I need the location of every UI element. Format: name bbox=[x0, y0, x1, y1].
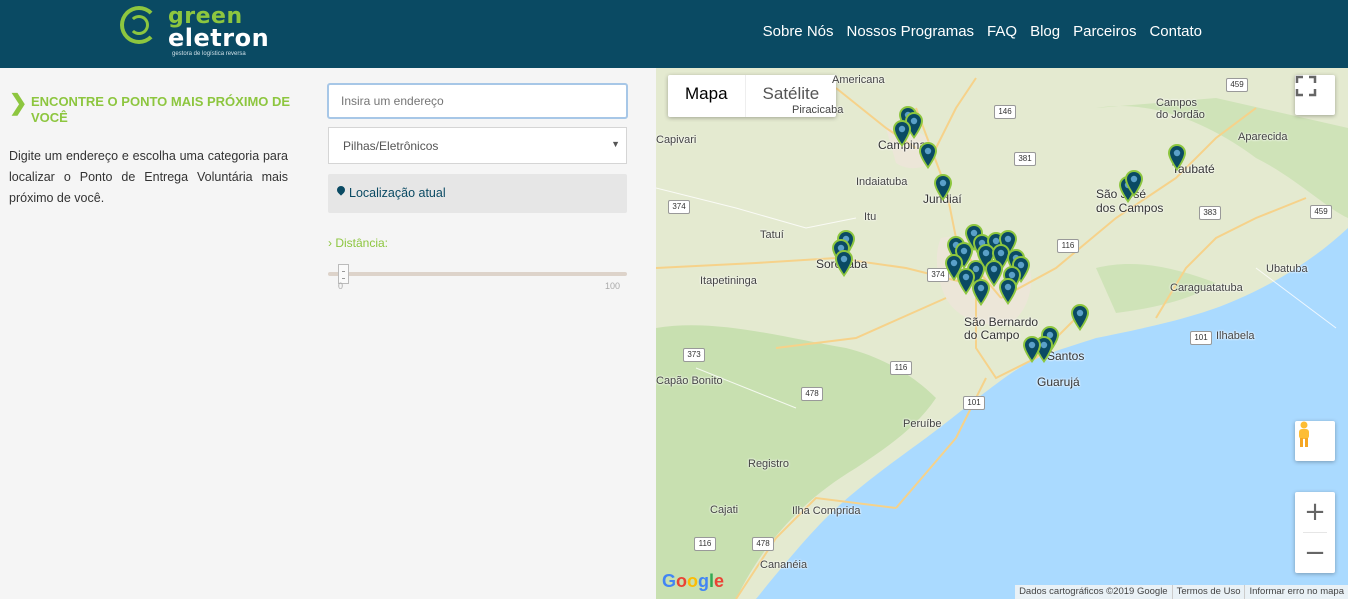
current-location-button[interactable]: Localização atual bbox=[328, 174, 627, 213]
road-badge: 373 bbox=[683, 348, 705, 362]
place-label: Ubatuba bbox=[1266, 263, 1308, 275]
chevron-right-icon: ❯ bbox=[9, 90, 28, 115]
place-label: Aparecida bbox=[1238, 131, 1288, 143]
collection-point-marker[interactable] bbox=[1124, 170, 1144, 198]
road-badge: 116 bbox=[890, 361, 912, 375]
map-canvas[interactable]: Mapa Satélite + − Google Dados cartográf… bbox=[656, 68, 1348, 599]
place-label: Tatuí bbox=[760, 229, 784, 241]
road-badge: 459 bbox=[1226, 78, 1248, 92]
place-label: Capão Bonito bbox=[656, 375, 723, 387]
place-label: Ilha Comprida bbox=[792, 505, 861, 517]
distance-label: › Distância: bbox=[328, 236, 389, 250]
finder-description: Digite um endereço e escolha uma categor… bbox=[9, 149, 288, 205]
road-badge: 116 bbox=[694, 537, 716, 551]
map-pin-icon bbox=[335, 184, 347, 196]
place-label: Americana bbox=[832, 74, 885, 86]
road-badge: 381 bbox=[1014, 152, 1036, 166]
place-label: Campos do Jordão bbox=[1156, 97, 1205, 121]
map-data-credit: Dados cartográficos ©2019 Google bbox=[1019, 586, 1168, 597]
distance-max-label: 100 bbox=[605, 281, 621, 291]
place-label: Piracicaba bbox=[792, 104, 844, 116]
place-label: Ilhabela bbox=[1216, 330, 1255, 342]
category-select[interactable]: Pilhas/Eletrônicos ▼ bbox=[328, 127, 627, 164]
collection-point-marker[interactable] bbox=[1070, 304, 1090, 332]
logo-inner-ring-icon bbox=[129, 15, 149, 35]
place-label: Cajati bbox=[710, 504, 739, 516]
google-logo[interactable]: Google bbox=[662, 571, 724, 592]
place-label: Itu bbox=[864, 211, 877, 223]
place-label: Itapetininga bbox=[700, 275, 757, 287]
pegman-icon bbox=[1299, 421, 1309, 447]
logo-text-eletron: eletron bbox=[168, 24, 270, 52]
address-input[interactable] bbox=[327, 83, 628, 119]
finder-title: ENCONTRE O PONTO MAIS PRÓXIMO DE VOCÊ bbox=[31, 94, 291, 125]
fullscreen-icon bbox=[1295, 75, 1317, 97]
place-label: Cananéia bbox=[760, 559, 808, 571]
main-nav: Sobre Nós Nossos Programas FAQ Blog Parc… bbox=[763, 23, 1202, 40]
map-type-map-button[interactable]: Mapa bbox=[668, 75, 745, 117]
road-badge: 146 bbox=[994, 105, 1016, 119]
category-selected-value: Pilhas/Eletrônicos bbox=[343, 139, 439, 153]
nav-blog[interactable]: Blog bbox=[1030, 23, 1060, 40]
distance-slider-track[interactable] bbox=[328, 272, 627, 276]
logo-tagline: gestora de logística reversa bbox=[172, 51, 246, 57]
collection-point-marker[interactable] bbox=[1167, 144, 1187, 172]
road-badge: 101 bbox=[963, 396, 985, 410]
road-badge: 116 bbox=[1057, 239, 1079, 253]
nav-sobre-nos[interactable]: Sobre Nós bbox=[763, 23, 834, 40]
collection-point-marker[interactable] bbox=[998, 278, 1018, 306]
street-view-button[interactable] bbox=[1295, 421, 1335, 461]
distance-min-label: 0 bbox=[338, 281, 344, 291]
report-error-link[interactable]: Informar erro no mapa bbox=[1244, 585, 1348, 599]
green-eletron-logo[interactable]: green eletron gestora de logística rever… bbox=[118, 4, 278, 60]
place-label: Capivari bbox=[656, 134, 697, 146]
zoom-out-button[interactable]: − bbox=[1295, 533, 1335, 573]
place-label: Guarujá bbox=[1037, 375, 1080, 389]
terms-link[interactable]: Termos de Uso bbox=[1171, 585, 1245, 599]
nav-parceiros[interactable]: Parceiros bbox=[1073, 23, 1136, 40]
nav-nossos-programas[interactable]: Nossos Programas bbox=[847, 23, 975, 40]
road-badge: 383 bbox=[1199, 206, 1221, 220]
road-badge: 374 bbox=[668, 200, 690, 214]
zoom-in-button[interactable]: + bbox=[1295, 492, 1335, 532]
road-badge: 478 bbox=[752, 537, 774, 551]
fullscreen-button[interactable] bbox=[1295, 75, 1335, 115]
road-badge: 101 bbox=[1190, 331, 1212, 345]
collection-point-marker[interactable] bbox=[892, 120, 912, 148]
road-badge: 478 bbox=[801, 387, 823, 401]
collection-point-marker[interactable] bbox=[933, 174, 953, 202]
caret-down-icon: ▼ bbox=[611, 139, 620, 149]
place-label: Peruíbe bbox=[903, 418, 942, 430]
site-header: green eletron gestora de logística rever… bbox=[0, 0, 1348, 68]
collection-point-marker[interactable] bbox=[971, 279, 991, 307]
road-badge: 459 bbox=[1310, 205, 1332, 219]
current-location-label: Localização atual bbox=[349, 186, 446, 200]
nav-contato[interactable]: Contato bbox=[1149, 23, 1202, 40]
place-label: Indaiatuba bbox=[856, 176, 908, 188]
map-footer: Dados cartográficos ©2019 Google Termos … bbox=[1015, 585, 1348, 599]
place-label: Caraguatatuba bbox=[1170, 282, 1243, 294]
collection-point-marker[interactable] bbox=[834, 250, 854, 278]
collection-point-marker[interactable] bbox=[918, 142, 938, 170]
place-label: Registro bbox=[748, 458, 789, 470]
collection-point-marker[interactable] bbox=[1022, 336, 1042, 364]
nav-faq[interactable]: FAQ bbox=[987, 23, 1017, 40]
zoom-control: + − bbox=[1295, 492, 1335, 573]
